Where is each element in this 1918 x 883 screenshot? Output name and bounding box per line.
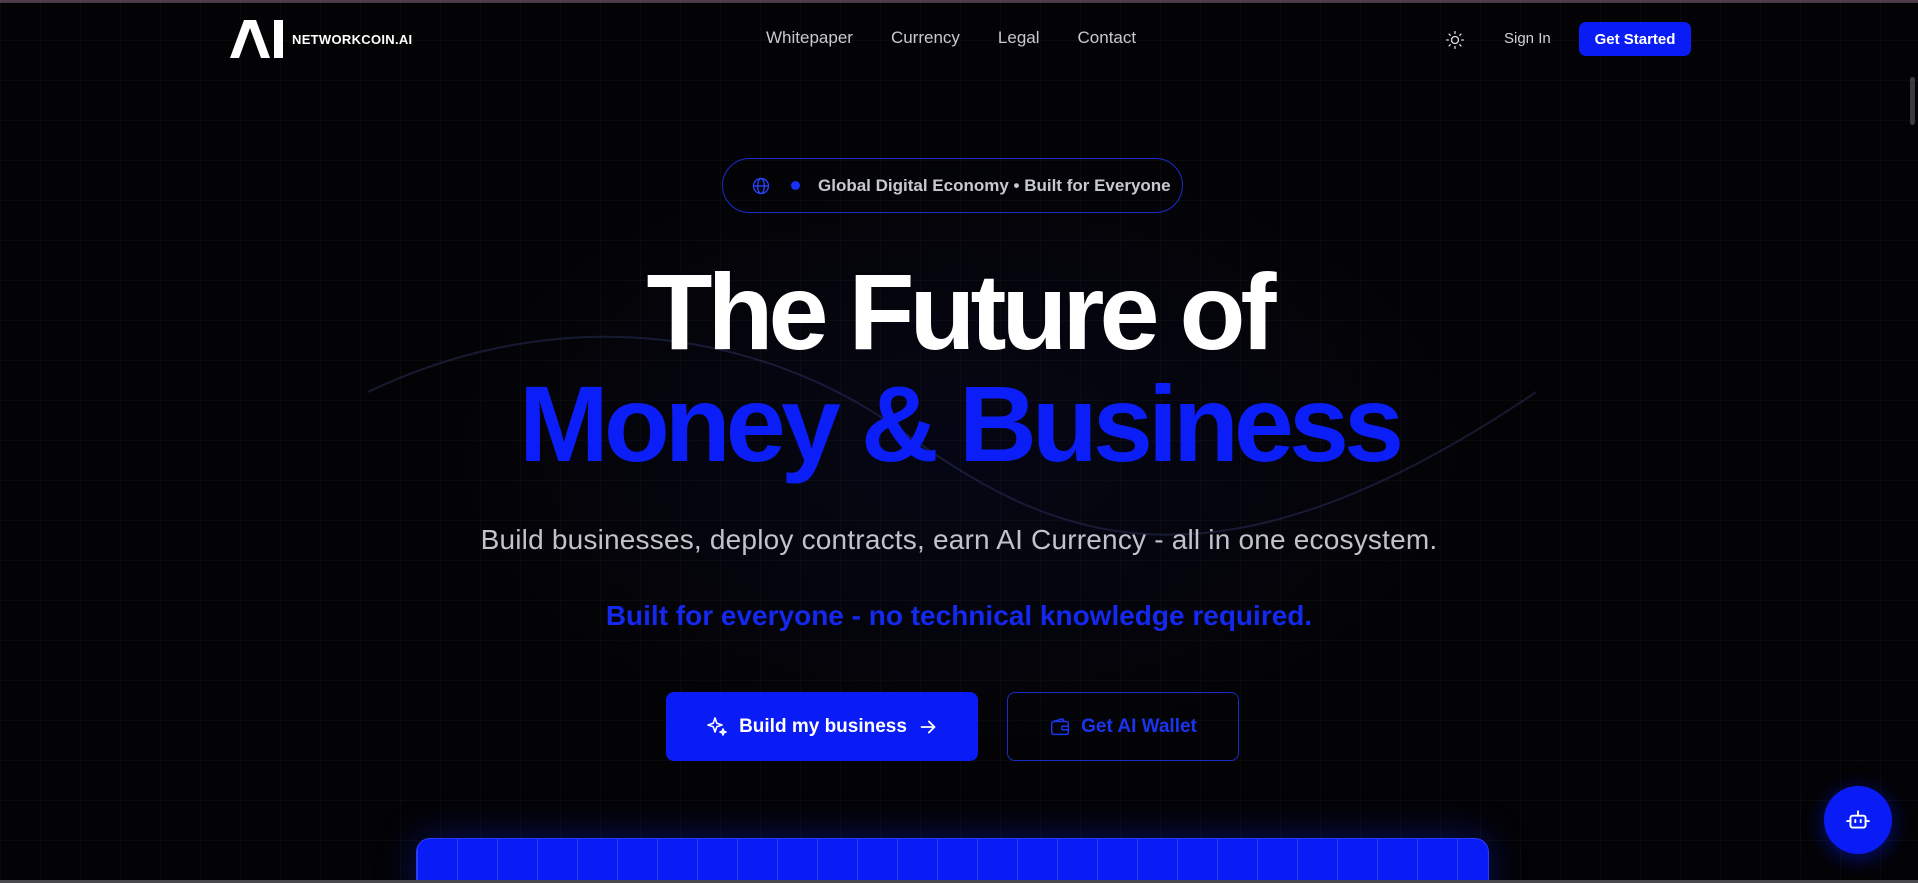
hero-tagline: Built for everyone - no technical knowle… bbox=[605, 600, 1313, 631]
brand-mark-icon bbox=[230, 20, 283, 58]
sign-in-link[interactable]: Sign In bbox=[1504, 30, 1551, 47]
hero-title-line1: The Future of bbox=[646, 251, 1277, 372]
globe-icon bbox=[752, 177, 770, 194]
get-wallet-button[interactable]: Get AI Wallet bbox=[1007, 692, 1239, 761]
dashboard-preview-panel bbox=[416, 838, 1489, 883]
badge-dot bbox=[791, 181, 800, 190]
chat-assistant-button[interactable] bbox=[1824, 786, 1892, 854]
hero-title-line2: Money & Business bbox=[518, 363, 1404, 484]
theme-toggle-button[interactable] bbox=[1443, 28, 1467, 52]
main-nav: Whitepaper Currency Legal Contact bbox=[766, 28, 1136, 48]
robot-icon bbox=[1846, 810, 1870, 829]
nav-link-currency[interactable]: Currency bbox=[891, 28, 960, 48]
brand-logo[interactable]: NETWORKCOIN.AI bbox=[230, 20, 412, 58]
sparkles-icon bbox=[707, 716, 727, 736]
build-business-button[interactable]: Build my business bbox=[666, 692, 978, 761]
get-started-button[interactable]: Get Started bbox=[1579, 22, 1691, 56]
page-scrollbar[interactable] bbox=[1904, 0, 1918, 883]
badge-text: Global Digital Economy • Built for Every… bbox=[818, 175, 1171, 195]
sun-icon bbox=[1446, 31, 1464, 49]
brand-name: NETWORKCOIN.AI bbox=[292, 31, 413, 47]
nav-link-whitepaper[interactable]: Whitepaper bbox=[766, 28, 853, 48]
scrollbar-thumb[interactable] bbox=[1910, 77, 1915, 125]
hero-subtitle: Build businesses, deploy contracts, earn… bbox=[480, 524, 1438, 555]
get-wallet-label: Get AI Wallet bbox=[1081, 715, 1197, 737]
nav-link-contact[interactable]: Contact bbox=[1078, 28, 1137, 48]
arrow-right-icon bbox=[920, 720, 936, 733]
build-business-label: Build my business bbox=[739, 715, 907, 737]
wallet-icon bbox=[1051, 717, 1070, 735]
nav-link-legal[interactable]: Legal bbox=[998, 28, 1040, 48]
hero-badge: Global Digital Economy • Built for Every… bbox=[722, 158, 1183, 213]
